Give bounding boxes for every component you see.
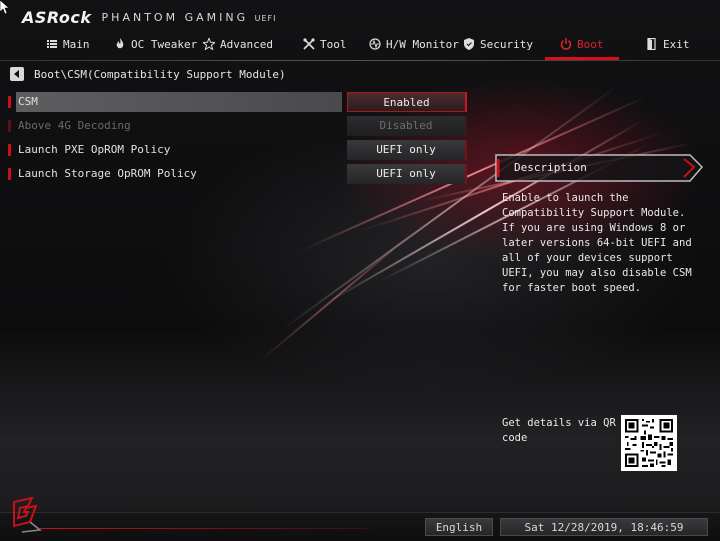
setting-label: Above 4G Decoding xyxy=(18,119,131,132)
qr-code-image xyxy=(621,415,677,471)
exit-icon xyxy=(647,38,656,50)
tab-advanced[interactable]: Advanced xyxy=(203,34,273,54)
qr-caption: Get details via QR code xyxy=(502,417,616,444)
setting-label: Launch Storage OpROM Policy xyxy=(18,167,197,180)
tab-boot-label: Boot xyxy=(577,37,604,51)
tab-tool-label: Tool xyxy=(320,37,347,51)
nav-divider xyxy=(0,60,720,61)
tab-main-label: Main xyxy=(63,37,90,51)
breadcrumb: Boot\CSM(Compatibility Support Module) xyxy=(10,66,286,82)
row-marker xyxy=(8,168,11,180)
tab-tool[interactable]: Tool xyxy=(303,34,347,54)
wrench-icon xyxy=(303,38,315,50)
language-button[interactable]: English xyxy=(425,518,493,536)
setting-value-button[interactable]: Enabled xyxy=(347,92,467,112)
tab-oc-tweaker[interactable]: OC Tweaker xyxy=(114,34,197,54)
tab-security[interactable]: Security xyxy=(463,34,533,54)
tab-main[interactable]: Main xyxy=(46,34,90,54)
footer-accent-line xyxy=(40,528,370,529)
datetime-display[interactable]: Sat 12/28/2019, 18:46:59 xyxy=(500,518,708,536)
setting-row-launch-pxe-oprom-policy[interactable]: Launch PXE OpROM Policy UEFI only xyxy=(8,140,468,160)
setting-label: CSM xyxy=(18,95,38,108)
monitor-icon xyxy=(369,38,381,50)
tab-oc-tweaker-label: OC Tweaker xyxy=(131,37,198,51)
description-title: Description xyxy=(514,161,587,174)
flame-icon xyxy=(116,38,124,49)
tab-hw-monitor-label: H/W Monitor xyxy=(386,37,459,51)
row-marker xyxy=(8,120,11,132)
setting-label: Launch PXE OpROM Policy xyxy=(18,143,171,156)
back-button[interactable] xyxy=(10,67,24,81)
logo-brand: ASRock xyxy=(22,7,92,27)
tab-exit-label: Exit xyxy=(663,37,690,51)
star-icon xyxy=(203,38,215,50)
description-text: Enable to launch the Compatibility Suppo… xyxy=(502,192,692,294)
active-tab-indicator xyxy=(545,57,619,60)
logo-product: PHANTOM GAMING UEFI xyxy=(101,10,277,24)
tab-hw-monitor[interactable]: H/W Monitor xyxy=(369,34,459,54)
row-marker xyxy=(8,144,11,156)
chevron-left-icon xyxy=(14,70,19,78)
phantom-gaming-logo-icon xyxy=(13,496,42,533)
tab-exit[interactable]: Exit xyxy=(646,34,690,54)
description-header: Description xyxy=(494,153,704,183)
tab-boot[interactable]: Boot xyxy=(560,34,604,54)
power-icon xyxy=(560,38,572,50)
shield-icon xyxy=(464,38,474,50)
tab-security-label: Security xyxy=(480,37,533,51)
setting-value-button: Disabled xyxy=(347,116,467,136)
list-icon xyxy=(47,40,57,48)
breadcrumb-text: Boot\CSM(Compatibility Support Module) xyxy=(34,67,286,81)
setting-row-csm[interactable]: CSM Enabled xyxy=(8,92,468,112)
tab-advanced-label: Advanced xyxy=(220,37,273,51)
row-marker xyxy=(8,96,11,108)
setting-row-above-4g-decoding: Above 4G Decoding Disabled xyxy=(8,116,468,136)
mouse-cursor-icon xyxy=(0,0,10,14)
setting-value-button[interactable]: UEFI only xyxy=(347,164,467,184)
setting-row-launch-storage-oprom-policy[interactable]: Launch Storage OpROM Policy UEFI only xyxy=(8,164,468,184)
setting-value-button[interactable]: UEFI only xyxy=(347,140,467,160)
asrock-logo: ASRock PHANTOM GAMING UEFI xyxy=(22,7,276,27)
